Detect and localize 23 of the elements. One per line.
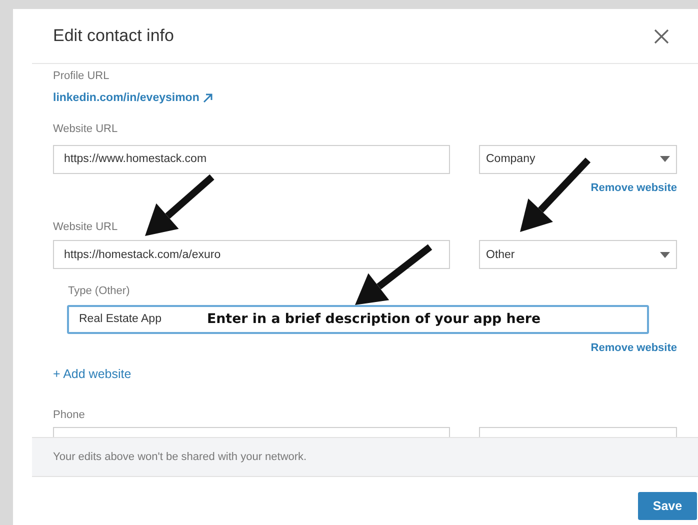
field-label: Profile URL — [53, 70, 110, 84]
field-label: Website URL — [53, 123, 118, 137]
url-field[interactable]: https://homestack.com/a/exuro — [53, 240, 450, 270]
annotation-text: Enter in a brief description of your app here — [207, 312, 541, 328]
url-field[interactable]: https://www.homestack.com — [53, 144, 450, 174]
footer-note: Your edits above won't be shared with your network. — [53, 450, 307, 465]
caret-icon — [660, 252, 670, 258]
dialog-title: Edit contact info — [53, 26, 174, 46]
remove-website-link[interactable]: Remove website — [590, 182, 677, 196]
field-label: Type (Other) — [68, 285, 130, 300]
save-button[interactable]: Save — [638, 492, 697, 520]
type-field[interactable]: Real Estate App Enter in a brief description of your app here — [67, 305, 649, 334]
field-label: Phone — [53, 408, 85, 422]
type-dropdown[interactable]: Company — [479, 144, 677, 174]
type-dropdown[interactable]: Other — [479, 240, 677, 270]
field-label: Website URL — [53, 220, 118, 234]
close-icon[interactable] — [654, 28, 669, 44]
external-link-icon — [203, 92, 214, 103]
profile-link[interactable]: linkedin.com/in/eveysimon — [53, 90, 200, 106]
arrow — [145, 174, 214, 236]
caret-icon — [660, 156, 670, 162]
remove-website-link[interactable]: Remove website — [590, 342, 677, 356]
add-website-link[interactable]: + Add website — [53, 366, 132, 381]
